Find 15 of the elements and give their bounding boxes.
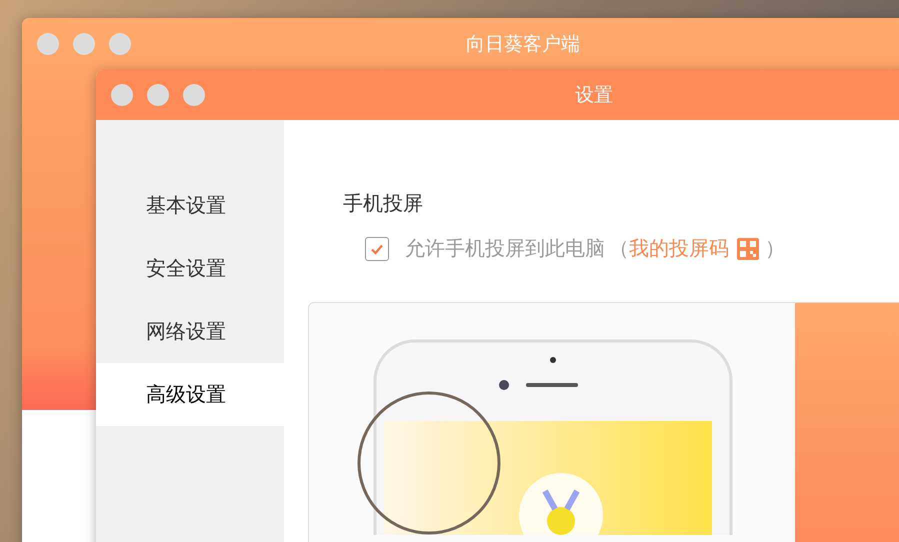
window-control-button[interactable] — [109, 33, 131, 55]
window-title: 设置 — [574, 83, 614, 108]
window-control-button[interactable] — [147, 84, 169, 106]
window-title: 向日葵客户端 — [465, 32, 581, 57]
option-label: 允许手机投屏到此电脑 — [405, 235, 605, 262]
window-control-button[interactable] — [111, 84, 133, 106]
parenthesis: （ — [609, 235, 629, 262]
sidebar-item[interactable]: 高级设置 — [96, 363, 284, 426]
window-control-button[interactable] — [73, 33, 95, 55]
section-title: 手机投屏 — [342, 190, 424, 217]
parenthesis: ） — [765, 235, 785, 262]
checkbox[interactable] — [365, 236, 389, 260]
qr-code-icon[interactable] — [737, 238, 759, 260]
window-control-button[interactable] — [183, 84, 205, 106]
window-control-button[interactable] — [37, 33, 59, 55]
